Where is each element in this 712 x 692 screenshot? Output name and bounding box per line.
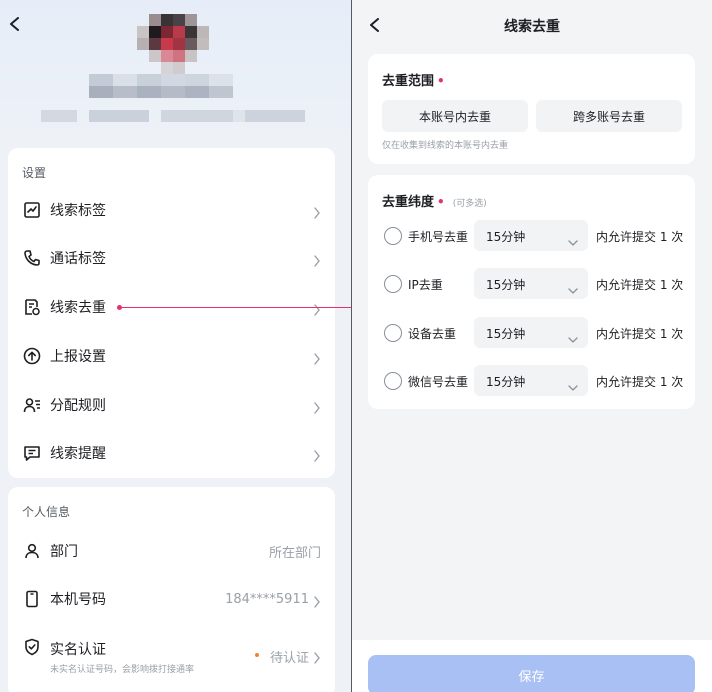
menu-item-label: 线索去重 xyxy=(50,300,106,316)
save-button[interactable]: 保存 xyxy=(368,655,695,692)
menu-item-label: 上报设置 xyxy=(50,349,106,365)
scope-option-cross-account[interactable]: 跨多账号去重 xyxy=(536,100,682,132)
chart-tag-icon xyxy=(22,200,42,220)
menu-item-label: 分配规则 xyxy=(50,398,106,414)
dimension-label: 手机号去重 xyxy=(408,230,469,244)
settings-card: 设置 线索标签 通话标签 线索去重 上报设置 分配规则 线索提醒 xyxy=(8,148,335,478)
chevron-right-icon xyxy=(313,252,321,267)
scope-note: 仅在收集到线索的本账号内去重 xyxy=(382,141,509,151)
dimension-title: 去重纬度 • (可多选) xyxy=(382,191,487,210)
dimension-suffix: 内允许提交 1 次 xyxy=(596,375,684,389)
person-icon xyxy=(22,541,42,561)
auth-status-value: 待认证 xyxy=(269,651,309,666)
scope-title: 去重范围 • xyxy=(382,70,445,89)
dimension-suffix: 内允许提交 1 次 xyxy=(596,327,684,341)
device-dedupe-checkbox[interactable] xyxy=(384,324,402,342)
dimension-suffix: 内允许提交 1 次 xyxy=(596,278,684,292)
phone-icon xyxy=(22,248,42,268)
menu-item-phone-number[interactable]: 本机号码 184****5911 xyxy=(8,576,335,622)
auth-warning-text: 未实名认证号码，会影响拨打接通率 xyxy=(50,665,195,675)
wechat-dedupe-checkbox[interactable] xyxy=(384,372,402,390)
phone-interval-select[interactable]: 15分钟 xyxy=(474,220,588,251)
wechat-interval-select[interactable]: 15分钟 xyxy=(474,365,588,396)
chevron-right-icon xyxy=(313,447,321,462)
menu-item-label: 部门 xyxy=(50,544,78,560)
menu-item-clue-tags[interactable]: 线索标签 xyxy=(8,187,335,233)
chevron-down-icon xyxy=(568,232,578,246)
user-account-redacted xyxy=(89,86,233,98)
chevron-down-icon xyxy=(568,329,578,343)
dimension-row-ip: IP去重 15分钟 内允许提交 1 次 xyxy=(368,266,695,302)
scope-option-this-account[interactable]: 本账号内去重 xyxy=(382,100,528,132)
menu-item-label: 本机号码 xyxy=(50,592,106,608)
dimension-row-wechat: 微信号去重 15分钟 内允许提交 1 次 xyxy=(368,363,695,399)
dimension-row-device: 设备去重 15分钟 内允许提交 1 次 xyxy=(368,315,695,351)
phone-dedupe-checkbox[interactable] xyxy=(384,227,402,245)
menu-item-department[interactable]: 部门 所在部门 xyxy=(8,528,335,574)
chevron-down-icon xyxy=(568,377,578,391)
menu-item-real-name-auth[interactable]: 实名认证 未实名认证号码，会影响拨打接通率 待认证 xyxy=(8,632,335,678)
profile-panel: 设置 线索标签 通话标签 线索去重 上报设置 分配规则 线索提醒 个人信息 部门… xyxy=(0,0,351,692)
select-value: 15分钟 xyxy=(486,230,526,244)
menu-item-assign-rules[interactable]: 分配规则 xyxy=(8,382,335,428)
save-bar: 保存 xyxy=(352,640,712,692)
dimension-label: 微信号去重 xyxy=(408,375,469,389)
dedupe-scope-card: 去重范围 • 本账号内去重 跨多账号去重 仅在收集到线索的本账号内去重 xyxy=(368,54,695,164)
profile-header xyxy=(0,0,351,150)
upload-circle-icon xyxy=(22,346,42,366)
shield-check-icon xyxy=(22,637,42,657)
ip-interval-select[interactable]: 15分钟 xyxy=(474,268,588,299)
dedupe-dimension-card: 去重纬度 • (可多选) 手机号去重 15分钟 内允许提交 1 次 IP去重 15分… xyxy=(368,175,695,409)
select-value: 15分钟 xyxy=(486,278,526,292)
document-dedupe-icon xyxy=(22,297,42,317)
mobile-icon xyxy=(22,589,42,609)
menu-item-label: 通话标签 xyxy=(50,251,106,267)
dimension-row-phone: 手机号去重 15分钟 内允许提交 1 次 xyxy=(368,218,695,254)
page-title: 线索去重 xyxy=(504,19,560,35)
department-value: 所在部门 xyxy=(268,545,321,561)
chevron-right-icon xyxy=(313,350,321,365)
annotation-line xyxy=(121,307,351,308)
scope-title-text: 去重范围 xyxy=(382,74,435,89)
required-mark: • xyxy=(437,74,445,88)
dedupe-settings-panel: 线索去重 去重范围 • 本账号内去重 跨多账号去重 仅在收集到线索的本账号内去重 … xyxy=(352,0,712,692)
ip-dedupe-checkbox[interactable] xyxy=(384,275,402,293)
phone-number-value: 184****5911 xyxy=(225,591,309,607)
personal-section-title: 个人信息 xyxy=(22,505,71,519)
pending-dot xyxy=(255,653,259,657)
back-icon[interactable] xyxy=(8,16,22,31)
chevron-right-icon xyxy=(313,399,321,414)
dimension-label: 设备去重 xyxy=(408,327,457,341)
dimension-title-text: 去重纬度 xyxy=(382,195,435,210)
multi-select-hint: (可多选) xyxy=(452,199,487,209)
menu-item-label: 线索提醒 xyxy=(50,446,106,462)
select-value: 15分钟 xyxy=(486,375,526,389)
user-list-icon xyxy=(22,395,42,415)
menu-item-label: 实名认证 xyxy=(50,642,106,658)
dimension-suffix: 内允许提交 1 次 xyxy=(596,230,684,244)
device-interval-select[interactable]: 15分钟 xyxy=(474,317,588,348)
dimension-label: IP去重 xyxy=(408,278,443,292)
avatar[interactable] xyxy=(137,14,209,74)
chevron-right-icon xyxy=(313,593,321,608)
user-org-redacted xyxy=(41,110,305,122)
message-icon xyxy=(22,443,42,463)
chevron-right-icon xyxy=(313,204,321,219)
select-value: 15分钟 xyxy=(486,327,526,341)
menu-item-report-settings[interactable]: 上报设置 xyxy=(8,333,335,379)
user-name-redacted xyxy=(89,74,233,86)
menu-item-label: 线索标签 xyxy=(50,203,106,219)
menu-item-clue-reminder[interactable]: 线索提醒 xyxy=(8,430,335,476)
menu-item-call-tags[interactable]: 通话标签 xyxy=(8,235,335,281)
settings-section-title: 设置 xyxy=(22,166,47,180)
chevron-right-icon xyxy=(313,649,321,664)
personal-info-card: 个人信息 部门 所在部门 本机号码 184****5911 实名认证 未实名认证… xyxy=(8,487,335,692)
required-mark: • xyxy=(437,195,445,209)
chevron-down-icon xyxy=(568,280,578,294)
